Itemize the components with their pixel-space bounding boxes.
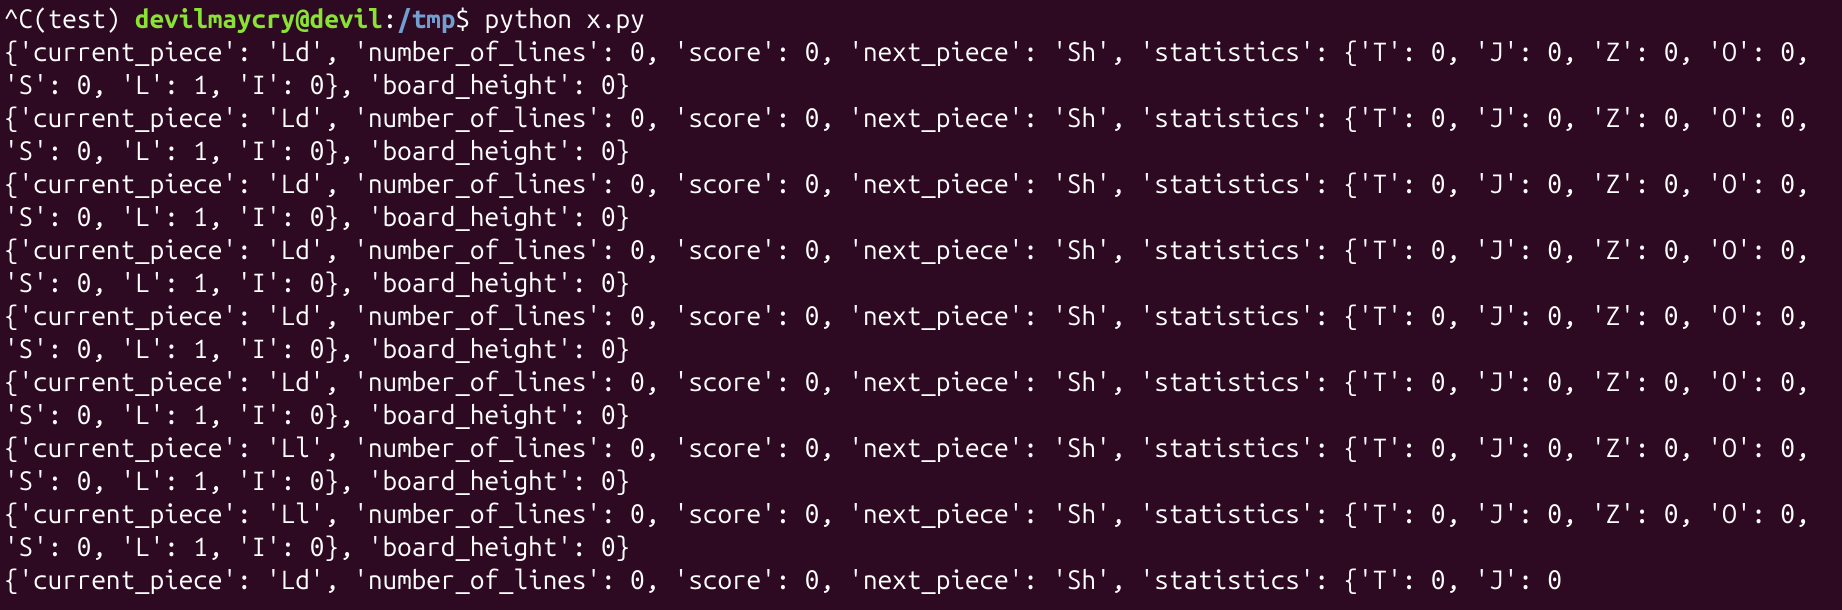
stdout-line: {'current_piece': 'Ll', 'number_of_lines… [4, 499, 1824, 561]
stdout-line: {'current_piece': 'Ld', 'number_of_lines… [4, 565, 1562, 594]
stdout-line: {'current_piece': 'Ll', 'number_of_lines… [4, 433, 1824, 495]
stdout-line: {'current_piece': 'Ld', 'number_of_lines… [4, 301, 1824, 363]
command-text: python x.py [485, 4, 645, 33]
stdout-line: {'current_piece': 'Ld', 'number_of_lines… [4, 169, 1824, 231]
stdout-line: {'current_piece': 'Ld', 'number_of_lines… [4, 37, 1824, 99]
terminal-output[interactable]: ^C(test) devilmaycry@devil:/tmp$ python … [0, 0, 1842, 598]
prompt-sep: : [383, 4, 398, 33]
stdout-line: {'current_piece': 'Ld', 'number_of_lines… [4, 235, 1824, 297]
venv-name: (test) [33, 4, 135, 33]
prompt-dollar: $ [455, 4, 484, 33]
interrupt-signal: ^C [4, 4, 33, 33]
stdout-line: {'current_piece': 'Ld', 'number_of_lines… [4, 103, 1824, 165]
stdout-line: {'current_piece': 'Ld', 'number_of_lines… [4, 367, 1824, 429]
user-host: devilmaycry@devil [135, 4, 383, 33]
cwd-path: /tmp [397, 4, 455, 33]
